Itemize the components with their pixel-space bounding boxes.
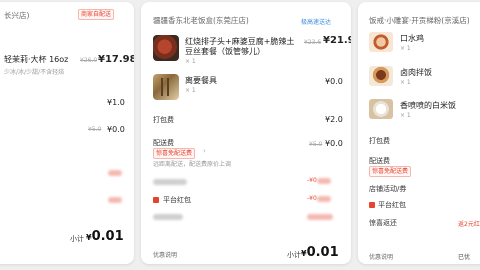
subtotal-label: 小计 — [70, 235, 84, 243]
item2-qty: × 1 — [400, 79, 411, 86]
item1-qty: × 1 — [185, 58, 196, 65]
order-card-right: 饭戒·小雕宴·开贡梯粉(京溪店) 口水鸡 × 1 卤肉拌饭 × 1 香喷喷的白米… — [358, 2, 480, 264]
shop-tag: 极高速送达 — [301, 19, 332, 26]
chevron-right-icon[interactable]: › — [203, 147, 206, 155]
subtotal-amount: ¥0.01 — [86, 229, 124, 244]
platform-redpacket-label: 平台红包 — [378, 201, 406, 209]
product-price: ¥17.98 — [98, 54, 134, 65]
pack-fee-label: 打包费 — [153, 116, 174, 124]
platform-discount: -¥0 — [307, 195, 317, 202]
coupon-info-label[interactable]: 优惠说明 — [153, 250, 177, 259]
pack-fee-label: 打包费 — [369, 137, 390, 145]
delivery-note: 远距离配送，配送费原价上调 — [153, 161, 232, 168]
item3-thumbnail[interactable] — [369, 99, 393, 119]
delivery-original-price: ¥5.0 — [309, 141, 323, 148]
item2-price: ¥0.0 — [325, 77, 343, 86]
gift-row-blurred — [153, 214, 183, 220]
item1-qty: × 1 — [400, 45, 411, 52]
shop-name[interactable]: 长兴店) — [4, 10, 29, 21]
platform-discount-blurred — [317, 196, 331, 202]
product-spec: 少冰/冰/少甜/不含轻焙 — [4, 69, 65, 76]
item2-thumbnail[interactable] — [369, 66, 393, 86]
item1-original-price: ¥23.6 — [304, 39, 322, 46]
shop-name[interactable]: 饭戒·小雕宴·开贡梯粉(京溪店) — [369, 15, 470, 26]
gift-value-blurred — [307, 214, 333, 220]
order-card-left: 长兴店) 商家自配送 轻茉莉·大杯 16oz 少冰/冰/少甜/不含轻焙 ¥26.… — [0, 2, 134, 264]
subtotal-label: 小计 — [287, 251, 301, 259]
platform-redpacket-label: 平台红包 — [163, 196, 191, 204]
coupon-info-label[interactable]: 优惠说明 — [369, 252, 393, 261]
item3-name[interactable]: 香喷喷的白米饭 — [400, 100, 456, 111]
subtotal-amount: ¥0.01 — [301, 245, 339, 260]
status-text: 已优 — [458, 254, 471, 261]
gift-label: 惊喜返还 — [369, 219, 397, 227]
order-card-middle: 疆疆香东北老饭盒(东莞庄店) 极高速送达 红烧排子头+麻婆豆腐+脆辣土 豆丝套餐… — [141, 2, 351, 264]
delivery-price: ¥0.0 — [107, 125, 125, 134]
item1-name[interactable]: 口水鸡 — [400, 33, 424, 44]
discount-row-blurred — [108, 170, 122, 176]
item1-thumbnail[interactable] — [153, 35, 179, 61]
delivery-original-price: ¥5.0 — [88, 126, 102, 133]
item2-qty: × 1 — [185, 87, 196, 94]
item2-name[interactable]: 卤肉拌饭 — [400, 67, 432, 78]
delivery-fee-label: 配送费 — [153, 139, 174, 147]
delivery-type-badge: 商家自配送 — [78, 9, 115, 20]
item3-qty: × 1 — [400, 112, 411, 119]
delivery-fee-price: ¥0.0 — [325, 139, 343, 148]
promo-row-blurred — [153, 179, 187, 185]
delivery-fee-label: 配送费 — [369, 157, 390, 165]
free-delivery-badge: 惊喜免配送费 — [369, 166, 412, 177]
item2-thumbnail[interactable] — [153, 74, 179, 100]
store-promo-label[interactable]: 店铺活动/券 — [369, 184, 406, 194]
item1-price: ¥21.9 — [323, 35, 351, 46]
promo-discount: -¥0 — [307, 177, 317, 184]
product-name[interactable]: 轻茉莉·大杯 16oz — [4, 54, 68, 65]
shop-name[interactable]: 疆疆香东北老饭盒(东莞庄店) — [153, 15, 249, 26]
promo-discount-blurred — [317, 178, 331, 184]
item2-name[interactable]: 离要餐具 — [185, 75, 217, 86]
free-delivery-badge: 惊喜免配送费 — [153, 148, 196, 159]
platform-redpacket-checkbox[interactable] — [153, 197, 159, 203]
gift-value: 返2元红包 — [458, 221, 480, 228]
original-price: ¥26.0 — [80, 57, 98, 64]
platform-redpacket-checkbox[interactable] — [369, 202, 375, 208]
discount-row-blurred — [108, 197, 122, 203]
pack-fee-price: ¥2.0 — [325, 115, 343, 124]
item1-name-line2[interactable]: 豆丝套餐（饭管够儿） — [185, 46, 265, 57]
pack-price: ¥1.0 — [107, 98, 125, 107]
item1-thumbnail[interactable] — [369, 32, 393, 52]
